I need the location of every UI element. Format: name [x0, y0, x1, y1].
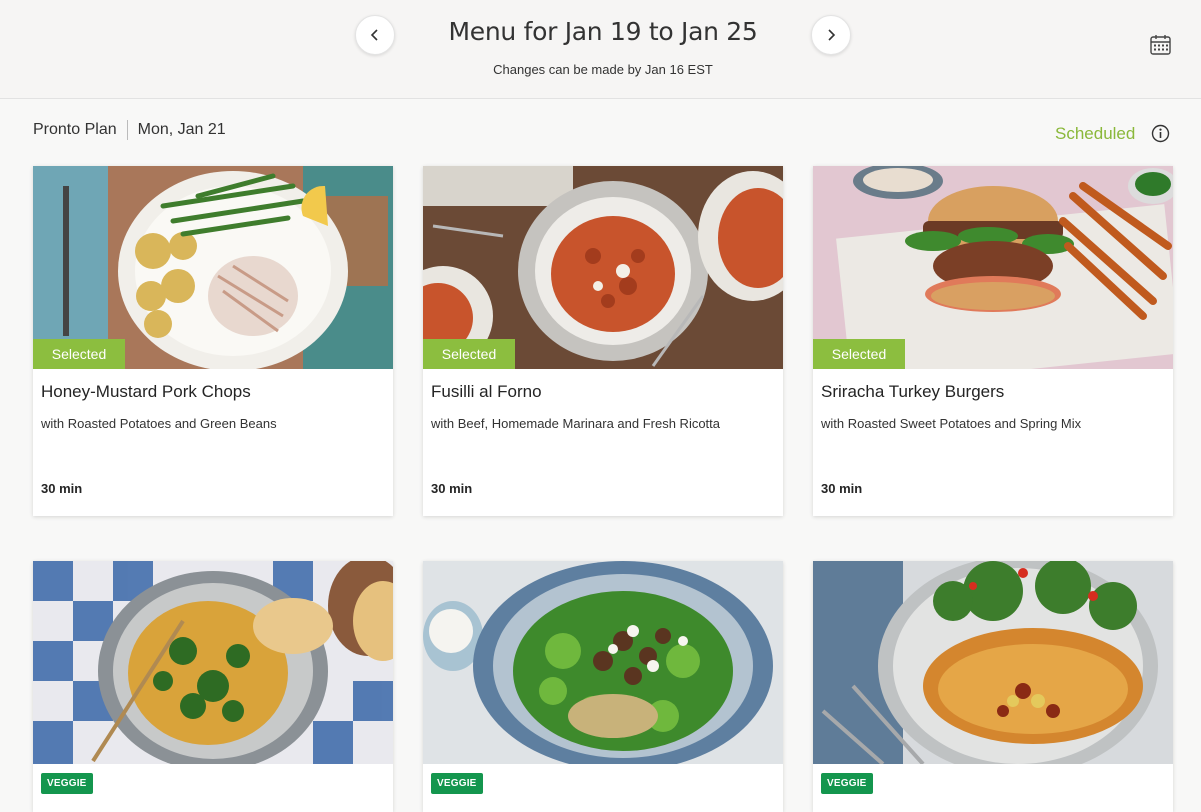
veggie-badge: VEGGIE — [821, 773, 873, 794]
recipe-card[interactable]: VEGGIE — [813, 561, 1173, 812]
recipe-title: Sriracha Turkey Burgers — [821, 382, 1005, 401]
recipe-title: Honey-Mustard Pork Chops — [41, 382, 251, 401]
plan-info: Pronto Plan Mon, Jan 21 — [33, 120, 226, 140]
recipe-card[interactable]: VEGGIE — [423, 561, 783, 812]
recipe-image: Selected — [423, 166, 783, 369]
calendar-icon[interactable] — [1149, 33, 1172, 56]
cook-time: 30 min — [821, 481, 863, 496]
deadline-text: Changes can be made by Jan 16 EST — [493, 62, 713, 77]
delivery-status: Scheduled — [1055, 124, 1136, 143]
plan-divider — [126, 120, 128, 140]
recipe-card[interactable]: Selected Honey-Mustard Pork Chops with R… — [33, 166, 393, 516]
recipe-card[interactable]: VEGGIE — [33, 561, 393, 812]
plan-name: Pronto Plan — [33, 121, 117, 138]
veggie-badge: VEGGIE — [41, 773, 93, 794]
recipe-image — [33, 561, 393, 764]
recipe-subtitle: with Beef, Homemade Marinara and Fresh R… — [431, 416, 721, 431]
info-icon[interactable] — [1151, 124, 1170, 143]
recipe-title: Fusilli al Forno — [431, 382, 542, 401]
page-title: Menu for Jan 19 to Jan 25 — [448, 17, 758, 46]
selected-badge: Selected — [423, 339, 515, 369]
menu-header: Menu for Jan 19 to Jan 25 Changes can be… — [0, 0, 1201, 99]
next-week-button[interactable] — [811, 15, 851, 55]
recipe-card[interactable]: Selected Sriracha Turkey Burgers with Ro… — [813, 166, 1173, 516]
recipe-card[interactable]: Selected Fusilli al Forno with Beef, Hom… — [423, 166, 783, 516]
recipe-subtitle: with Roasted Sweet Potatoes and Spring M… — [821, 416, 1082, 431]
cook-time: 30 min — [41, 481, 83, 496]
selected-badge: Selected — [33, 339, 125, 369]
veggie-badge: VEGGIE — [431, 773, 483, 794]
chevron-right-icon — [828, 29, 836, 41]
selected-badge: Selected — [813, 339, 905, 369]
recipe-image: Selected — [813, 166, 1173, 369]
recipe-image — [813, 561, 1173, 764]
recipe-image: Selected — [33, 166, 393, 369]
cook-time: 30 min — [431, 481, 473, 496]
delivery-date: Mon, Jan 21 — [137, 121, 226, 138]
recipe-image — [423, 561, 783, 764]
recipe-subtitle: with Roasted Potatoes and Green Beans — [41, 416, 277, 431]
